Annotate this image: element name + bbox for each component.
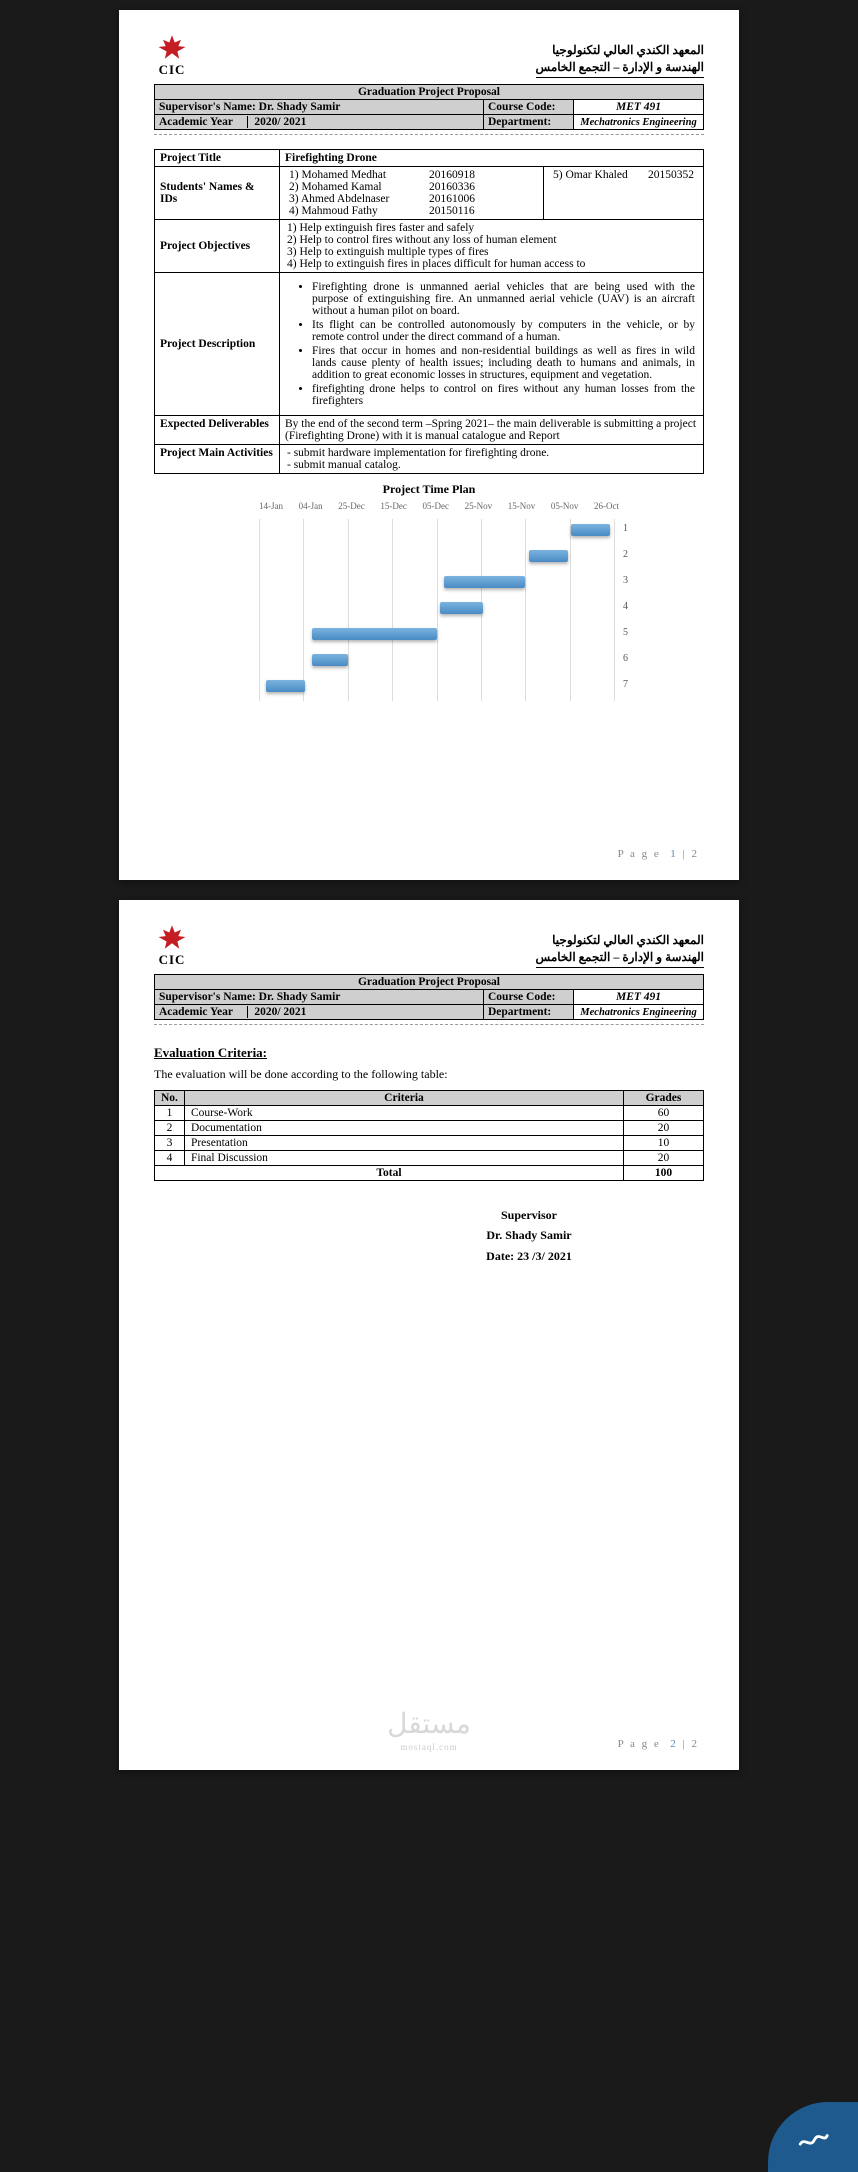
description-label: Project Description xyxy=(155,273,280,416)
watermark: مستقل xyxy=(387,1707,471,1740)
watermark-sub: mostaql.com xyxy=(400,1742,457,1752)
page-2: CIC المعهد الكندي العالي لتكنولوجيا الهن… xyxy=(119,900,739,1770)
activities-label: Project Main Activities xyxy=(155,445,280,474)
deliverables-label: Expected Deliverables xyxy=(155,416,280,445)
logo-text-2: CIC xyxy=(159,952,186,968)
supervisor-label: Supervisor's Name: Dr. Shady Samir xyxy=(155,100,484,115)
course-code: MET 491 xyxy=(574,100,704,115)
course-code-label: Course Code: xyxy=(484,100,574,115)
description: Firefighting drone is unmanned aerial ve… xyxy=(280,273,704,416)
maple-leaf-icon xyxy=(154,922,190,952)
scribble-icon xyxy=(796,2120,830,2154)
page-1: CIC المعهد الكندي العالي لتكنولوجيا الهن… xyxy=(119,10,739,880)
objectives-label: Project Objectives xyxy=(155,220,280,273)
col-criteria: Criteria xyxy=(184,1091,623,1106)
evaluation-heading: Evaluation Criteria: xyxy=(154,1045,704,1061)
objectives: 1) Help extinguish fires faster and safe… xyxy=(280,220,704,273)
student-2: 2) Mohamed Kamal xyxy=(289,181,421,193)
col-no: No. xyxy=(155,1091,185,1106)
eval-row-3: 3Presentation10 xyxy=(155,1136,704,1151)
deliverables: By the end of the second term –Spring 20… xyxy=(280,416,704,445)
arabic-line-2: الهندسة و الإدارة – التجمع الخامس xyxy=(536,59,704,78)
student-5: 5) Omar Khaled xyxy=(553,169,640,181)
sig-name: Dr. Shady Samir xyxy=(354,1225,704,1245)
activities: - submit hardware implementation for fir… xyxy=(280,445,704,474)
maple-leaf-icon xyxy=(154,32,190,62)
arabic-line-1: المعهد الكندي العالي لتكنولوجيا xyxy=(536,42,704,59)
header-table-2: Graduation Project Proposal Supervisor's… xyxy=(154,974,704,1020)
student-id-2: 20160336 xyxy=(429,181,475,193)
student-id-3: 20161006 xyxy=(429,193,475,205)
student-4: 4) Mahmoud Fathy xyxy=(289,205,421,217)
floating-action-button[interactable] xyxy=(768,2102,858,2172)
department-label: Department: xyxy=(484,115,574,130)
page-number-2: P a g e 2 | 2 xyxy=(618,1738,699,1750)
proposal-title: Graduation Project Proposal xyxy=(155,85,704,100)
chart-body: 1 2 3 4 5 6 7 xyxy=(259,519,614,701)
separator xyxy=(154,134,704,135)
institute-name-arabic: المعهد الكندي العالي لتكنولوجيا الهندسة … xyxy=(536,42,704,78)
logo-2: CIC xyxy=(154,922,190,968)
logo: CIC xyxy=(154,32,190,78)
student-id-1: 20160918 xyxy=(429,169,475,181)
academic-year-row: Academic Year 2020/ 2021 xyxy=(155,115,484,130)
header-2: CIC المعهد الكندي العالي لتكنولوجيا الهن… xyxy=(154,922,704,968)
department: Mechatronics Engineering xyxy=(574,115,704,130)
eval-total-row: Total100 xyxy=(155,1166,704,1181)
eval-row-4: 4Final Discussion20 xyxy=(155,1151,704,1166)
student-id-4: 20150116 xyxy=(429,205,475,217)
evaluation-text: The evaluation will be done according to… xyxy=(154,1067,704,1082)
page-number-1: P a g e 1 | 2 xyxy=(618,848,699,860)
gantt-chart: 14-Jan 04-Jan 25-Dec 15-Dec 05-Dec 25-No… xyxy=(229,501,629,711)
col-grades: Grades xyxy=(624,1091,704,1106)
student-id-5: 20150352 xyxy=(648,169,694,181)
logo-text: CIC xyxy=(159,62,186,78)
header: CIC المعهد الكندي العالي لتكنولوجيا الهن… xyxy=(154,32,704,78)
students-group-1: 1) Mohamed Medhat 2) Mohamed Kamal 3) Ah… xyxy=(280,167,544,220)
project-title: Firefighting Drone xyxy=(280,150,704,167)
header-table: Graduation Project Proposal Supervisor's… xyxy=(154,84,704,130)
evaluation-table: No. Criteria Grades 1Course-Work60 2Docu… xyxy=(154,1090,704,1181)
student-3: 3) Ahmed Abdelnaser xyxy=(289,193,421,205)
sig-title: Supervisor xyxy=(354,1205,704,1225)
timeplan-title: Project Time Plan xyxy=(154,482,704,497)
sig-date: Date: 23 /3/ 2021 xyxy=(354,1246,704,1266)
institute-name-arabic-2: المعهد الكندي العالي لتكنولوجيا الهندسة … xyxy=(536,932,704,968)
student-1: 1) Mohamed Medhat xyxy=(289,169,421,181)
project-table: Project Title Firefighting Drone Student… xyxy=(154,149,704,474)
eval-row-1: 1Course-Work60 xyxy=(155,1106,704,1121)
project-title-label: Project Title xyxy=(155,150,280,167)
students-label: Students' Names & IDs xyxy=(155,167,280,220)
eval-row-2: 2Documentation20 xyxy=(155,1121,704,1136)
students-group-2: 5) Omar Khaled 20150352 xyxy=(544,167,704,220)
chart-x-labels: 14-Jan 04-Jan 25-Dec 15-Dec 05-Dec 25-No… xyxy=(259,501,619,511)
signature-block: Supervisor Dr. Shady Samir Date: 23 /3/ … xyxy=(354,1205,704,1266)
